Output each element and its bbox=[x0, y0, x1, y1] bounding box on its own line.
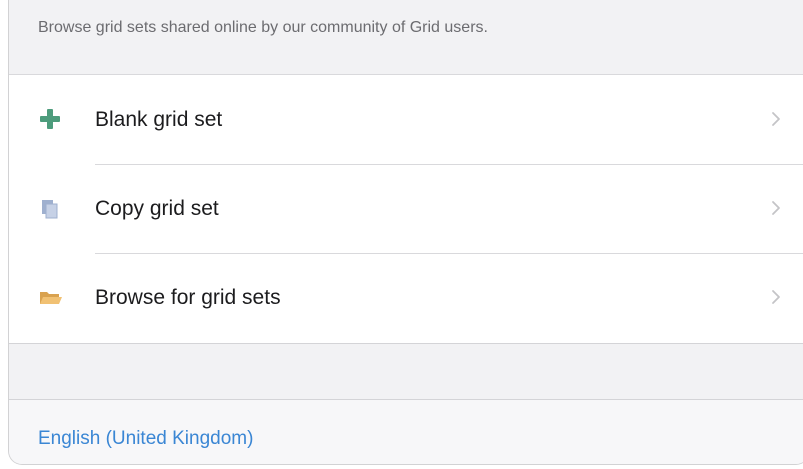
language-link[interactable]: English (United Kingdom) bbox=[38, 428, 253, 450]
list-item-label: Browse for grid sets bbox=[95, 286, 281, 309]
list-item-copy-grid-set[interactable]: Copy grid set bbox=[9, 164, 803, 253]
list-item-label: Copy grid set bbox=[95, 197, 219, 220]
panel-header: Browse grid sets shared online by our co… bbox=[9, 0, 803, 75]
folder-icon bbox=[39, 286, 62, 308]
plus-icon bbox=[39, 108, 61, 130]
list-item-label: Blank grid set bbox=[95, 108, 223, 131]
chevron-right-icon bbox=[771, 289, 781, 305]
list-item-browse-for-grid-sets[interactable]: Browse for grid sets bbox=[9, 253, 803, 342]
grid-set-options-list: Blank grid set Copy grid set Browse for … bbox=[9, 75, 803, 344]
panel-footer: English (United Kingdom) bbox=[9, 400, 803, 464]
grid-set-panel: Browse grid sets shared online by our co… bbox=[8, 0, 803, 465]
section-spacer bbox=[9, 344, 803, 400]
list-item-blank-grid-set[interactable]: Blank grid set bbox=[9, 75, 803, 164]
copy-icon bbox=[39, 197, 61, 219]
chevron-right-icon bbox=[771, 200, 781, 216]
chevron-right-icon bbox=[771, 111, 781, 127]
header-description: Browse grid sets shared online by our co… bbox=[38, 19, 488, 36]
